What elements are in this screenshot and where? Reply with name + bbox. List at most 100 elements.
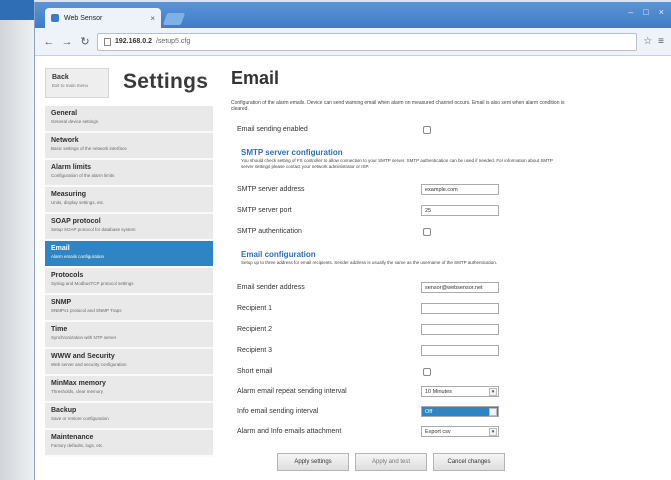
browser-tab[interactable]: Web Sensor × <box>45 8 161 28</box>
smtp-auth-row: SMTP authentication <box>237 226 657 240</box>
sidebar-item-title: Maintenance <box>51 434 94 441</box>
address-path: /setup5.cfg <box>155 38 191 45</box>
sidebar-item-desc: Save or restore configuration <box>51 416 109 421</box>
close-window-icon[interactable]: × <box>659 7 664 17</box>
sidebar-item-general[interactable]: General General device settings <box>45 106 213 133</box>
sidebar-item-desc: Configuration of the alarm limits <box>51 173 115 178</box>
chevron-down-icon: ▾ <box>489 408 497 416</box>
recipient3-row: Recipient 3 <box>237 345 657 359</box>
intro-text: Configuration of the alarm emails. Devic… <box>231 100 565 112</box>
back-label: Back <box>52 74 69 81</box>
repeat-interval-label: Alarm email repeat sending interval <box>237 388 347 395</box>
maximize-icon[interactable]: □ <box>643 7 648 17</box>
forward-arrow-icon[interactable]: → <box>61 36 73 48</box>
sender-input[interactable]: sensor@websensor.net <box>421 282 499 293</box>
chevron-down-icon: ▾ <box>489 388 497 396</box>
sidebar-item-desc: Basic settings of the network interface <box>51 146 127 151</box>
sidebar-item-title: Alarm limits <box>51 164 92 171</box>
email-enabled-label: Email sending enabled <box>237 126 308 133</box>
recipient2-label: Recipient 2 <box>237 326 273 333</box>
sidebar-item-title: Backup <box>51 407 77 414</box>
page-content: Back Exit to main menu Settings General G… <box>35 56 671 480</box>
recipient1-label: Recipient 1 <box>237 305 273 312</box>
background-window <box>0 0 34 480</box>
back-button[interactable]: Back Exit to main menu <box>45 68 109 98</box>
smtp-port-label: SMTP server port <box>237 207 292 214</box>
email-enabled-row: Email sending enabled <box>237 124 657 138</box>
short-email-checkbox[interactable] <box>423 368 431 376</box>
page-icon <box>104 37 111 46</box>
sidebar-item-minmax[interactable]: MinMax memory Thresholds, clear memory <box>45 376 213 403</box>
attachment-select[interactable]: Export csv ▾ <box>421 426 499 437</box>
apply-settings-button[interactable]: Apply settings <box>277 453 349 471</box>
sidebar-item-title: WWW and Security <box>51 353 115 360</box>
attachment-label: Alarm and Info emails attachment <box>237 428 342 435</box>
sender-label: Email sender address <box>237 284 305 291</box>
back-arrow-icon[interactable]: ← <box>43 36 55 48</box>
sidebar-item-desc: Factory defaults, logs, etc. <box>51 443 104 448</box>
reload-icon[interactable]: ↻ <box>79 35 91 48</box>
smtp-port-input[interactable]: 25 <box>421 205 499 216</box>
sidebar-item-desc: Thresholds, clear memory <box>51 389 104 394</box>
sidebar-item-soap[interactable]: SOAP protocol Setup SOAP protocol for dat… <box>45 214 213 241</box>
background-panel <box>0 20 34 480</box>
info-interval-label: Info email sending interval <box>237 408 319 415</box>
sidebar-item-snmp[interactable]: SNMP SNMPv1 protocol and SNMP Traps <box>45 295 213 322</box>
sidebar-item-time[interactable]: Time Synchronization with NTP server <box>45 322 213 349</box>
close-tab-icon[interactable]: × <box>150 14 155 23</box>
email-enabled-checkbox[interactable] <box>423 126 431 134</box>
email-config-section-desc: Setup up to three address for email reci… <box>241 260 498 265</box>
sidebar-item-network[interactable]: Network Basic settings of the network int… <box>45 133 213 160</box>
recipient2-input[interactable] <box>421 324 499 335</box>
smtp-auth-label: SMTP authentication <box>237 228 302 235</box>
sidebar-item-title: Network <box>51 137 79 144</box>
info-interval-value: Off <box>425 409 433 415</box>
smtp-section-title: SMTP server configuration <box>241 148 343 157</box>
sidebar-item-email[interactable]: Email Alarm emails configuration <box>45 241 213 268</box>
sidebar-item-title: Email <box>51 245 70 252</box>
smtp-address-input[interactable]: example.com <box>421 184 499 195</box>
address-bar[interactable]: 192.168.0.2/setup5.cfg <box>97 32 638 51</box>
info-interval-select[interactable]: Off ▾ <box>421 406 499 417</box>
sidebar-item-backup[interactable]: Backup Save or restore configuration <box>45 403 213 430</box>
sidebar-item-alarm-limits[interactable]: Alarm limits Configuration of the alarm l… <box>45 160 213 187</box>
email-config-section-title: Email configuration <box>241 250 316 259</box>
minimize-icon[interactable]: – <box>628 7 633 17</box>
sidebar-item-desc: General device settings <box>51 119 99 124</box>
attachment-row: Alarm and Info emails attachment Export … <box>237 426 657 440</box>
email-settings-panel: Email Configuration of the alarm emails.… <box>231 68 663 437</box>
smtp-auth-checkbox[interactable] <box>423 228 431 236</box>
sidebar-item-title: SNMP <box>51 299 72 306</box>
sidebar-item-measuring[interactable]: Measuring Units, display settings, etc. <box>45 187 213 214</box>
background-titlebar <box>0 0 34 20</box>
bookmark-star-icon[interactable]: ☆ <box>643 36 652 47</box>
sidebar-item-www-security[interactable]: WWW and Security Web server and security … <box>45 349 213 376</box>
browser-window: Web Sensor × – □ × ← → ↻ 192.168.0.2/set… <box>34 2 671 480</box>
new-tab-button[interactable] <box>162 13 186 25</box>
window-controls: – □ × <box>628 7 664 17</box>
apply-and-test-button[interactable]: Apply and test <box>355 453 427 471</box>
recipient3-input[interactable] <box>421 345 499 356</box>
sidebar-item-title: General <box>51 110 78 117</box>
repeat-interval-select[interactable]: 10 Minutes ▾ <box>421 386 499 397</box>
sidebar-item-maintenance[interactable]: Maintenance Factory defaults, logs, etc. <box>45 430 213 457</box>
recipient2-row: Recipient 2 <box>237 324 657 338</box>
sidebar-item-desc: SNMPv1 protocol and SNMP Traps <box>51 308 122 313</box>
sidebar-item-title: Time <box>51 326 68 333</box>
sidebar-item-desc: Synchronization with NTP server <box>51 335 117 340</box>
recipient1-input[interactable] <box>421 303 499 314</box>
cancel-changes-button[interactable]: Cancel changes <box>433 453 505 471</box>
smtp-address-label: SMTP server address <box>237 186 305 193</box>
sidebar-item-desc: Setup SOAP protocol for database system <box>51 227 136 232</box>
browser-toolbar: ← → ↻ 192.168.0.2/setup5.cfg ☆ ≡ <box>35 28 671 56</box>
settings-title: Settings <box>123 70 209 93</box>
sidebar-item-protocols[interactable]: Protocols Syslog and ModbusTCP protocol s… <box>45 268 213 295</box>
sidebar-item-desc: Syslog and ModbusTCP protocol settings <box>51 281 134 286</box>
smtp-section-desc: You should check setting of FS controlle… <box>241 158 553 169</box>
repeat-interval-row: Alarm email repeat sending interval 10 M… <box>237 386 657 400</box>
tab-title: Web Sensor <box>64 14 103 22</box>
sender-row: Email sender address sensor@websensor.ne… <box>237 282 657 296</box>
address-host: 192.168.0.2 <box>115 38 152 45</box>
menu-icon[interactable]: ≡ <box>658 36 664 47</box>
favicon-icon <box>51 14 59 22</box>
